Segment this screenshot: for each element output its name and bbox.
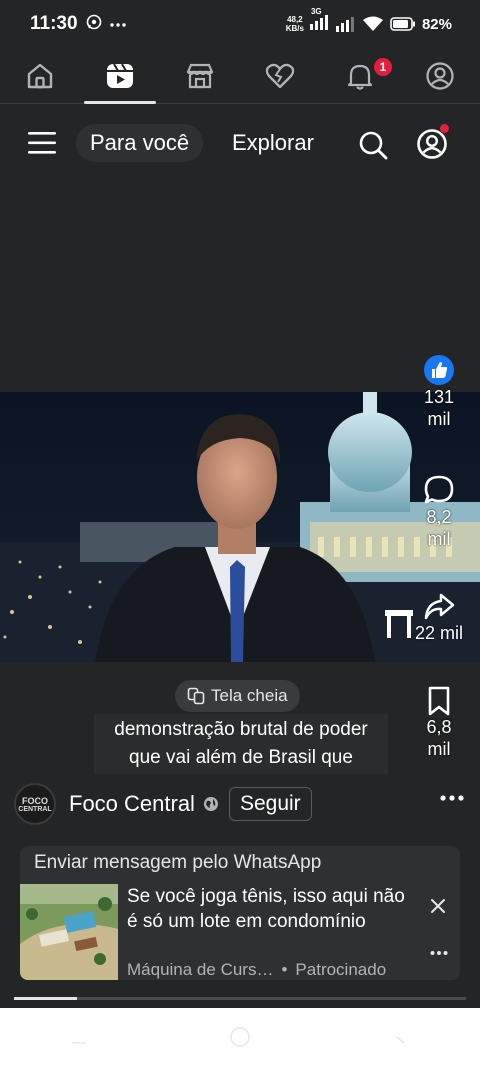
signal-icon	[309, 14, 328, 30]
battery-percent: 82%	[421, 15, 452, 33]
ad-advertiser[interactable]: Máquina de Curs…	[127, 960, 273, 980]
notification-badge: 1	[372, 56, 394, 78]
author-name[interactable]: Foco Central	[69, 791, 195, 817]
tab-for-you[interactable]: Para você	[76, 124, 204, 162]
more-notifications-icon	[109, 15, 126, 33]
nav-marketplace[interactable]	[160, 48, 240, 103]
nav-dating[interactable]	[240, 48, 320, 103]
status-bar: 11:30 48,2 KB/s 3G 82%	[0, 0, 480, 48]
ad-text[interactable]: Se você joga tênis, isso aqui não é só u…	[127, 884, 407, 954]
like-count-unit: mil	[427, 409, 451, 429]
caption-line-1: demonstração brutal de poder	[114, 719, 368, 740]
share-count: 22 mil	[414, 623, 463, 643]
nav-notifications[interactable]: 1	[320, 48, 400, 103]
back-icon[interactable]	[391, 1027, 411, 1047]
author-row: FOCO CENTRAL Foco Central Seguir	[14, 782, 466, 826]
system-navigation-bar	[0, 1008, 480, 1066]
comment-action[interactable]: 8,2 mil	[408, 474, 470, 550]
battery-icon	[390, 17, 415, 31]
more-options-icon[interactable]	[440, 794, 464, 802]
like-action[interactable]: 131 mil	[408, 354, 470, 430]
bell-icon	[347, 64, 373, 90]
signal-icon-2	[335, 17, 354, 32]
bookmark-icon	[428, 686, 450, 716]
profile-icon	[426, 61, 454, 90]
fullscreen-button[interactable]: Tela cheia	[175, 680, 300, 712]
recent-apps-icon[interactable]	[69, 1027, 89, 1047]
follow-button[interactable]: Seguir	[228, 787, 312, 821]
top-navigation: 1	[0, 48, 480, 104]
marketplace-icon	[186, 63, 214, 88]
signal-3g: 3G	[309, 7, 330, 35]
ad-footer: Máquina de Curs… • Patrocinado	[127, 960, 386, 980]
comment-count: 8,2	[426, 507, 452, 527]
share-action[interactable]: 22 mil	[408, 592, 470, 644]
profile-notification-dot	[440, 124, 449, 133]
video-progress-bar[interactable]	[14, 997, 466, 1000]
avatar-text-bottom: CENTRAL	[18, 805, 52, 813]
reels-header: Para você Explorar	[0, 118, 480, 168]
nav-profile[interactable]	[400, 48, 480, 103]
nav-reels[interactable]	[80, 48, 160, 104]
share-icon	[424, 593, 455, 620]
comment-count-unit: mil	[427, 529, 451, 549]
network-speed-value: 48,2	[287, 15, 303, 24]
author-avatar[interactable]: FOCO CENTRAL	[14, 783, 56, 825]
whatsapp-icon	[86, 14, 102, 35]
status-time: 11:30	[30, 13, 78, 34]
like-count: 131	[423, 387, 455, 407]
comment-icon	[424, 475, 454, 504]
caption-line-2: que vai além de Brasil que	[129, 747, 353, 768]
video-caption: demonstração brutal de poder que vai alé…	[94, 714, 388, 774]
video-progress-fill	[14, 997, 78, 1000]
reels-icon	[107, 63, 133, 88]
ad-thumbnail-image	[20, 884, 118, 980]
globe-icon	[203, 797, 218, 811]
separator-dot: •	[281, 960, 288, 979]
ad-more-options-icon[interactable]	[430, 950, 448, 956]
tab-explore[interactable]: Explorar	[232, 124, 314, 162]
avatar-text-top: FOCO	[22, 795, 48, 806]
save-action[interactable]: 6,8 mil	[408, 686, 470, 760]
network-speed-unit: KB/s	[285, 24, 304, 33]
dating-heart-icon	[265, 63, 295, 88]
like-icon	[424, 355, 454, 385]
sponsored-ad-card[interactable]: Enviar mensagem pelo WhatsApp Se você jo…	[20, 846, 460, 980]
sponsored-label: Patrocinado	[295, 960, 387, 979]
ad-thumbnail[interactable]	[20, 884, 118, 980]
close-icon[interactable]	[430, 898, 446, 914]
ad-cta[interactable]: Enviar mensagem pelo WhatsApp	[34, 852, 321, 874]
search-icon[interactable]	[358, 130, 388, 160]
save-count: 6,8	[426, 717, 452, 737]
fullscreen-icon	[187, 687, 205, 705]
save-count-unit: mil	[427, 739, 451, 759]
network-speed: 48,2 KB/s	[286, 15, 304, 33]
fullscreen-label: Tela cheia	[211, 686, 288, 705]
network-type: 3G	[310, 6, 322, 16]
menu-icon[interactable]	[28, 130, 56, 156]
home-button-icon[interactable]	[228, 1025, 252, 1049]
wifi-icon	[362, 16, 383, 31]
nav-home[interactable]	[0, 48, 80, 103]
home-icon	[27, 63, 53, 88]
